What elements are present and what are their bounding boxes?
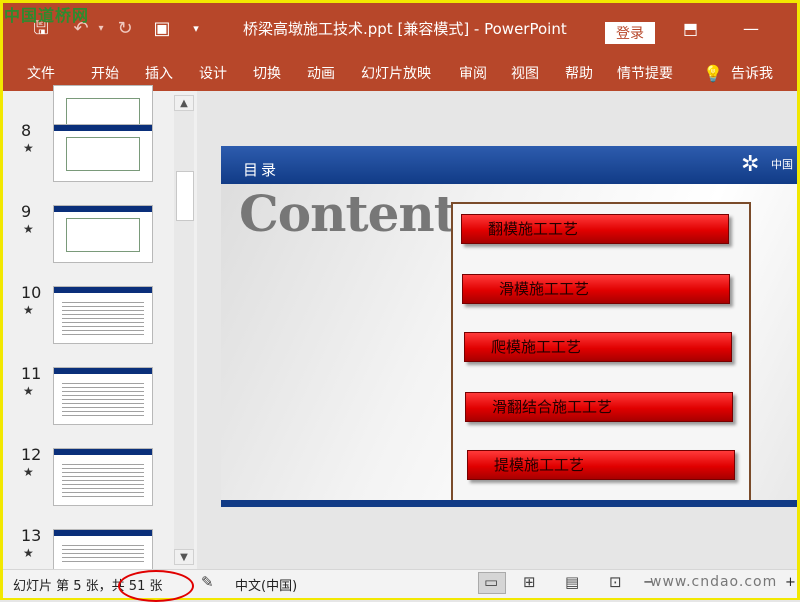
slide-header-bar: 目录 ✲ 中国 <box>221 146 797 184</box>
company-logo-icon: ✲ <box>741 152 760 177</box>
tab-slideshow[interactable]: 幻灯片放映 <box>361 64 431 84</box>
toc-item-label: 提模施工工艺 <box>494 456 585 474</box>
slide-number: 13 <box>21 526 42 545</box>
slide-thumbnail-8[interactable] <box>53 124 153 182</box>
slide-thumbnail-11[interactable] <box>53 367 153 425</box>
tab-review[interactable]: 审阅 <box>459 64 487 84</box>
toc-item-4[interactable]: 滑翻结合施工工艺 <box>465 392 733 422</box>
window-title: 桥梁高墩施工技术.ppt [兼容模式] - PowerPoint <box>243 20 567 38</box>
toc-item-label: 爬模施工工艺 <box>491 338 582 356</box>
login-button[interactable]: 登录 <box>605 22 655 44</box>
scroll-up-icon[interactable]: ▲ <box>174 95 194 111</box>
toc-item-label: 滑翻结合施工工艺 <box>492 398 613 416</box>
toc-box[interactable]: 翻模施工工艺 滑模施工工艺 爬模施工工艺 滑翻结合施工工艺 提模施工工艺 <box>451 202 751 502</box>
animation-star-icon: ★ <box>23 465 34 479</box>
toc-item-label: 滑模施工工艺 <box>499 280 590 298</box>
animation-star-icon: ★ <box>23 222 34 236</box>
slide-number: 8 <box>21 121 32 140</box>
slide-thumbnail-12[interactable] <box>53 448 153 506</box>
slide-thumbnail-10[interactable] <box>53 286 153 344</box>
tab-file[interactable]: 文件 <box>27 64 55 84</box>
notes-check-icon[interactable]: ✎ <box>201 573 214 591</box>
toc-item-3[interactable]: 爬模施工工艺 <box>464 332 732 362</box>
animation-star-icon: ★ <box>23 141 34 155</box>
bottom-watermark: www.cndao.com <box>650 574 778 590</box>
toc-item-5[interactable]: 提模施工工艺 <box>467 450 735 480</box>
tell-me-search[interactable]: 告诉我 <box>731 64 773 84</box>
tab-storyboarding[interactable]: 情节提要 <box>617 64 673 84</box>
toc-item-label: 翻模施工工艺 <box>488 220 579 238</box>
slide-sorter-icon[interactable]: ⊞ <box>523 573 536 591</box>
slideshow-view-icon[interactable]: ⊡ <box>609 573 622 591</box>
slide-thumbnail-9[interactable] <box>53 205 153 263</box>
tab-design[interactable]: 设计 <box>199 64 227 84</box>
slide-number: 11 <box>21 364 42 383</box>
thumbnail-scrollbar[interactable]: ▲ ▼ <box>174 95 194 565</box>
display-options-icon[interactable]: ⬒ <box>683 17 698 41</box>
animation-star-icon: ★ <box>23 384 34 398</box>
tab-help[interactable]: 帮助 <box>565 64 593 84</box>
minimize-icon[interactable]: — <box>743 17 759 41</box>
slide-number: 12 <box>21 445 42 464</box>
slide-thumbnail-13[interactable] <box>53 529 153 570</box>
slide-number: 10 <box>21 283 42 302</box>
normal-view-icon: ▭ <box>484 573 499 591</box>
tab-transitions[interactable]: 切换 <box>253 64 281 84</box>
language-indicator[interactable]: 中文(中国) <box>235 575 297 594</box>
slide-header-title: 目录 <box>243 161 280 179</box>
tab-view[interactable]: 视图 <box>511 64 539 84</box>
reading-view-icon[interactable]: ▤ <box>565 573 579 591</box>
redo-icon[interactable]: ↻ <box>113 17 137 41</box>
slide-editing-pane: 目录 ✲ 中国 Contents 翻模施工工艺 滑模施工工艺 爬模施工工艺 滑翻… <box>200 91 797 569</box>
slide-thumbnail-pane: 8 ★ 9 ★ 10 ★ 11 ★ 12 ★ 13 ★ <box>3 85 197 570</box>
scroll-down-icon[interactable]: ▼ <box>174 549 194 565</box>
tab-animations[interactable]: 动画 <box>307 64 335 84</box>
toc-item-1[interactable]: 翻模施工工艺 <box>461 214 729 244</box>
present-icon[interactable]: ▣ <box>149 17 175 41</box>
zoom-in-button[interactable]: + <box>785 575 796 590</box>
lightbulb-icon[interactable]: 💡 <box>703 64 723 84</box>
current-slide[interactable]: 目录 ✲ 中国 Contents 翻模施工工艺 滑模施工工艺 爬模施工工艺 滑翻… <box>221 146 797 507</box>
scroll-thumb[interactable] <box>176 171 194 221</box>
toc-item-2[interactable]: 滑模施工工艺 <box>462 274 730 304</box>
title-bar: 🖫 ↶ ▾ ↻ ▣ ▾ 桥梁高墩施工技术.ppt [兼容模式] - PowerP… <box>3 3 797 57</box>
undo-dropdown-icon[interactable]: ▾ <box>95 17 107 41</box>
contents-heading[interactable]: Contents <box>239 184 484 243</box>
tab-insert[interactable]: 插入 <box>145 64 173 84</box>
customize-quick-access-icon[interactable]: ▾ <box>189 17 203 41</box>
animation-star-icon: ★ <box>23 546 34 560</box>
tab-home[interactable]: 开始 <box>91 64 119 84</box>
top-watermark: 中国道桥网 <box>4 6 90 25</box>
logo-text: 中国 <box>771 158 793 171</box>
slide-footer-bar <box>221 500 797 507</box>
slide-number: 9 <box>21 202 32 221</box>
animation-star-icon: ★ <box>23 303 34 317</box>
annotation-circle <box>118 570 194 602</box>
